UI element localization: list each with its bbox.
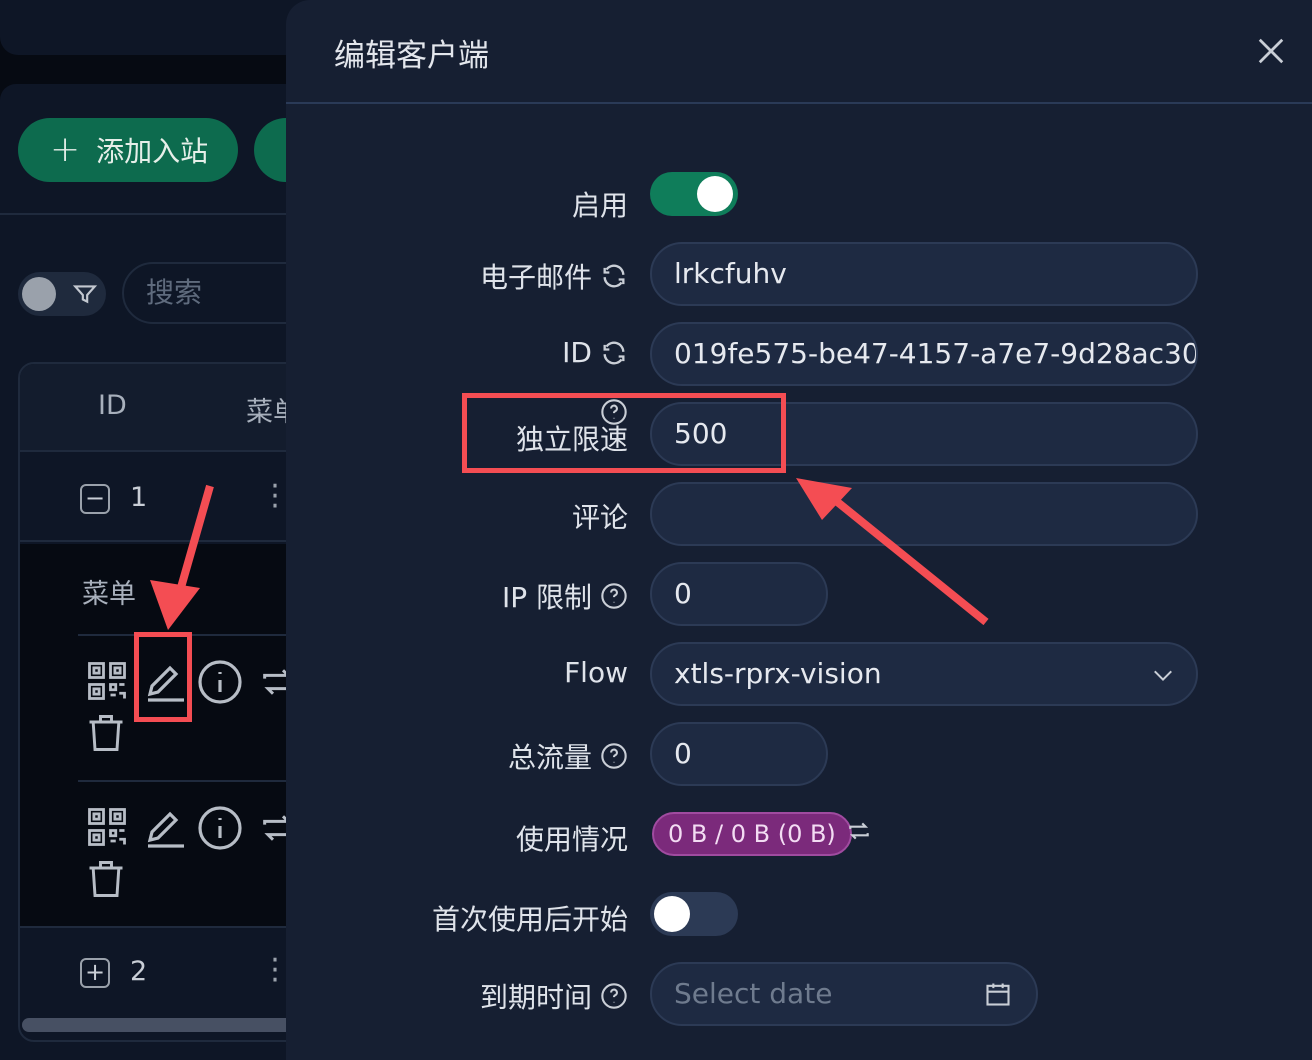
question-icon[interactable] — [600, 582, 628, 610]
modal-title: 编辑客户端 — [334, 38, 489, 74]
modal-header: 编辑客户端 — [286, 0, 1312, 104]
more-actions-icon[interactable]: · · · — [270, 946, 280, 996]
switch-knob — [654, 896, 690, 932]
qr-code-icon[interactable] — [86, 806, 128, 848]
usage-label: 使用情况 — [515, 823, 628, 856]
more-actions-icon[interactable]: · · · — [270, 472, 280, 522]
form-row-total-traffic: 总流量 0 — [286, 722, 1286, 786]
screen: + 添加入站 搜索 ID 菜单 − 1 · · · 菜单 + 2 · · · 编… — [0, 0, 1312, 1060]
question-icon[interactable] — [600, 982, 628, 1010]
comment-label: 评论 — [571, 501, 628, 534]
refresh-icon[interactable] — [600, 339, 628, 367]
total-traffic-label: 总流量 — [508, 736, 628, 776]
delete-icon[interactable] — [84, 710, 128, 756]
expand-row-button[interactable]: + — [80, 958, 110, 988]
collapse-row-button[interactable]: − — [80, 484, 110, 514]
id-label: ID — [562, 336, 628, 369]
flow-selected-value: xtls-rprx-vision — [674, 657, 882, 690]
edit-client-modal: 编辑客户端 启用 电子邮件 lrkcfuhv ID 019fe575-be47-… — [286, 0, 1312, 1060]
row-id: 2 — [130, 956, 148, 987]
flow-label: Flow — [564, 656, 628, 689]
id-field[interactable]: 019fe575-be47-4157-a7e7-9d28ac307 — [650, 322, 1198, 386]
form-row-expiry: 到期时间 Select date — [286, 962, 1286, 1026]
total-traffic-field[interactable]: 0 — [650, 722, 828, 786]
plus-icon: + — [50, 129, 81, 170]
filter-icon — [72, 285, 98, 304]
edit-icon[interactable] — [142, 804, 190, 852]
delete-icon[interactable] — [84, 856, 128, 902]
divider — [0, 213, 300, 215]
toggle-knob — [22, 277, 56, 311]
ip-limit-field[interactable]: 0 — [650, 562, 828, 626]
switch-knob — [697, 176, 733, 212]
question-icon[interactable] — [600, 742, 628, 770]
add-inbound-button[interactable]: + 添加入站 — [18, 118, 238, 182]
add-inbound-label: 添加入站 — [96, 135, 209, 168]
start-after-first-use-label: 首次使用后开始 — [431, 903, 628, 936]
row-id: 1 — [130, 482, 148, 513]
form-row-id: ID 019fe575-be47-4157-a7e7-9d28ac307 — [286, 322, 1286, 386]
form-row-ip-limit: IP 限制 0 — [286, 562, 1286, 626]
horizontal-scrollbar[interactable] — [22, 1018, 322, 1032]
column-header-id: ID — [98, 390, 127, 421]
top-bar — [0, 0, 320, 55]
enable-label: 启用 — [571, 189, 628, 222]
ip-limit-label: IP 限制 — [502, 576, 628, 616]
expiry-date-picker[interactable]: Select date — [650, 962, 1038, 1026]
form-row-comment: 评论 — [286, 482, 1286, 546]
form-row-start-after-first-use: 首次使用后开始 — [286, 890, 1286, 954]
usage-badge: 0 B / 0 B (0 B) — [652, 812, 852, 856]
form-row-flow: Flow xtls-rprx-vision — [286, 642, 1286, 706]
form-row-enable: 启用 — [286, 170, 1286, 234]
info-icon[interactable] — [196, 658, 244, 706]
enable-switch[interactable] — [650, 172, 738, 216]
filter-toggle[interactable] — [18, 272, 106, 316]
comment-field[interactable] — [650, 482, 1198, 546]
form-row-usage: 使用情况 0 B / 0 B (0 B) — [286, 808, 1286, 872]
email-label: 电子邮件 — [480, 256, 628, 296]
form-row-email: 电子邮件 lrkcfuhv — [286, 242, 1286, 306]
form-row-speed-limit: 独立限速 500 — [286, 399, 1286, 466]
chevron-down-icon — [1154, 670, 1172, 682]
expiry-label: 到期时间 — [480, 976, 628, 1016]
email-field[interactable]: lrkcfuhv — [650, 242, 1198, 306]
menu-label: 菜单 — [82, 579, 136, 610]
reset-traffic-icon[interactable] — [846, 818, 872, 844]
qr-code-icon[interactable] — [86, 660, 128, 702]
close-icon[interactable] — [1256, 36, 1286, 66]
refresh-icon[interactable] — [600, 262, 628, 290]
start-after-first-use-switch[interactable] — [650, 892, 738, 936]
info-icon[interactable] — [196, 804, 244, 852]
background-page: + 添加入站 搜索 ID 菜单 − 1 · · · 菜单 + 2 · · · — [0, 0, 342, 1060]
expiry-placeholder: Select date — [674, 977, 833, 1010]
flow-select[interactable]: xtls-rprx-vision — [650, 642, 1198, 706]
highlight-box-speed-limit — [462, 393, 786, 473]
calendar-icon — [986, 983, 1010, 1006]
highlight-box-edit — [134, 632, 192, 722]
